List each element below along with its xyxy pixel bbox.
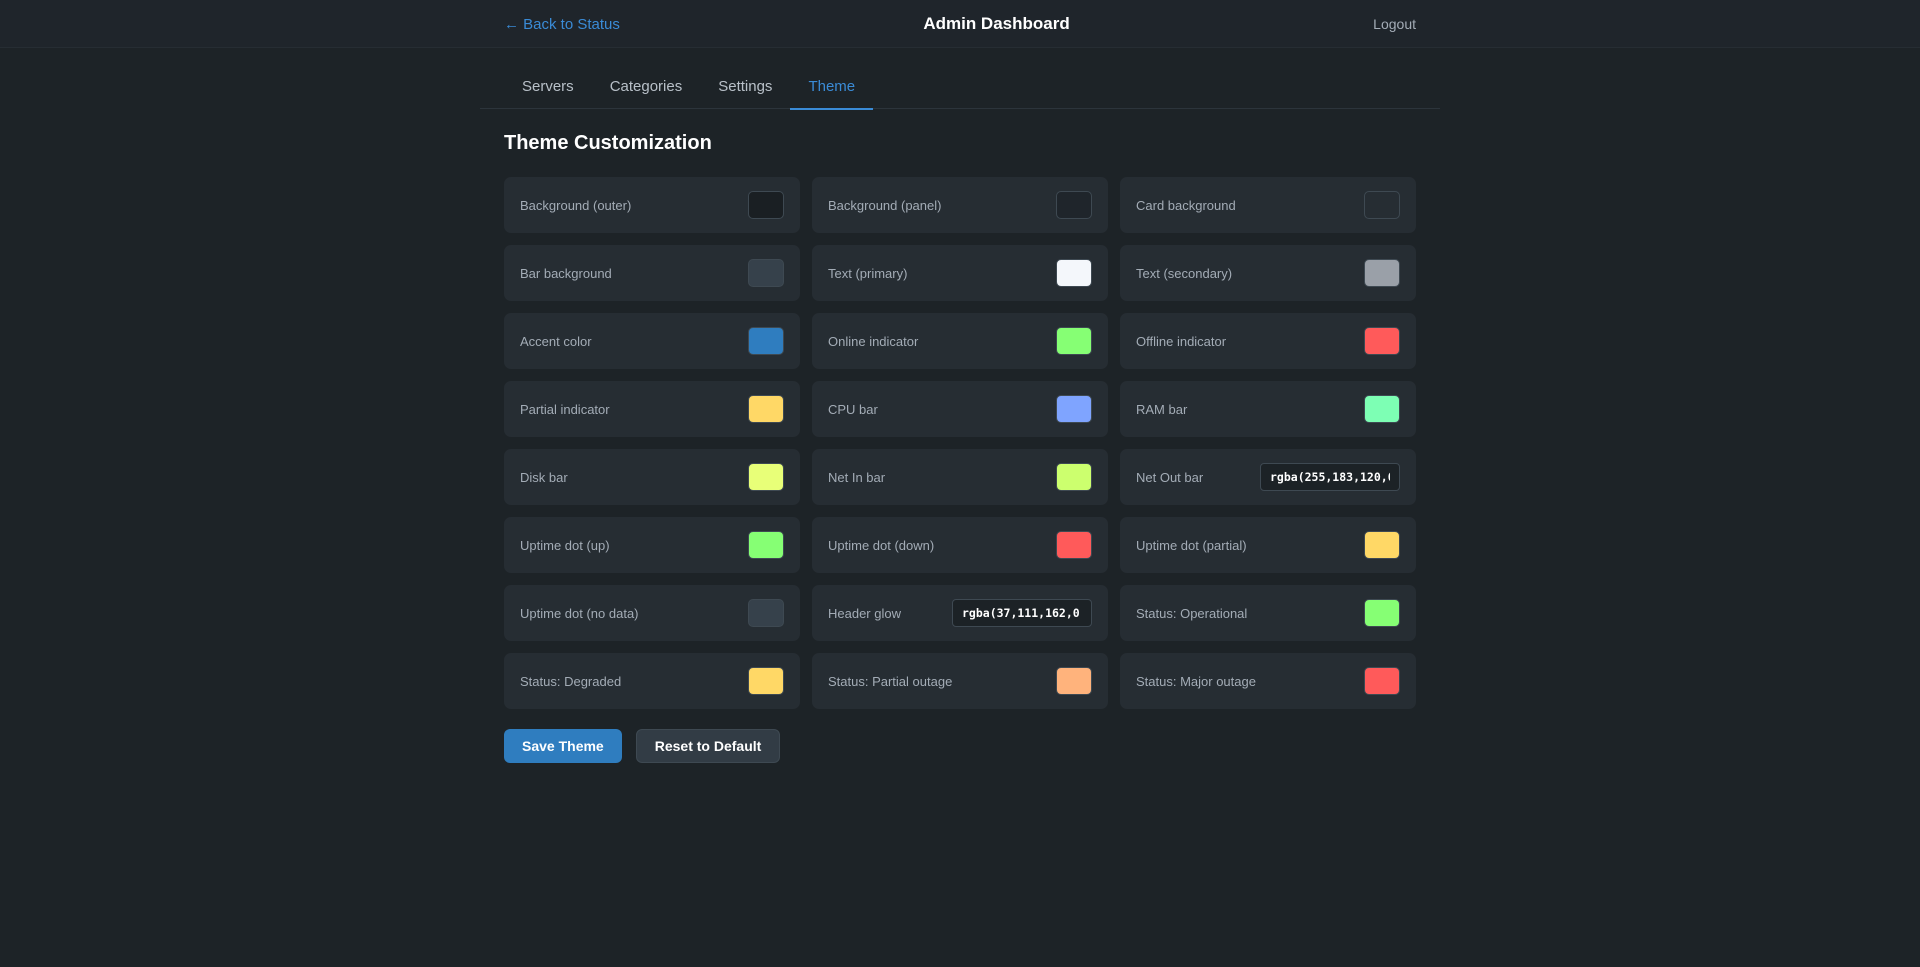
theme-field-card: Text (primary): [812, 245, 1108, 301]
theme-field-label: Text (primary): [828, 265, 908, 281]
color-swatch[interactable]: [748, 463, 784, 491]
theme-field-card: Net Out bar: [1120, 449, 1416, 505]
theme-field-card: Disk bar: [504, 449, 800, 505]
color-swatch[interactable]: [748, 327, 784, 355]
color-swatch[interactable]: [748, 667, 784, 695]
theme-field-label: Net In bar: [828, 469, 886, 485]
color-swatch[interactable]: [1364, 667, 1400, 695]
theme-field-card: Text (secondary): [1120, 245, 1416, 301]
theme-field-label: Uptime dot (up): [520, 537, 610, 553]
color-swatch[interactable]: [1056, 531, 1092, 559]
theme-field-label: Status: Operational: [1136, 605, 1248, 621]
theme-field-label: Net Out bar: [1136, 469, 1204, 485]
color-swatch[interactable]: [1056, 463, 1092, 491]
theme-field-label: Uptime dot (no data): [520, 605, 639, 621]
tab-theme[interactable]: Theme: [790, 70, 873, 110]
theme-field-label: Text (secondary): [1136, 265, 1233, 281]
theme-field-card: Status: Degraded: [504, 653, 800, 709]
theme-field-card: Offline indicator: [1120, 313, 1416, 369]
section-title: Theme Customization: [504, 132, 712, 154]
theme-field-card: Uptime dot (no data): [504, 585, 800, 641]
theme-value-input[interactable]: [952, 599, 1092, 627]
reset-to-default-button[interactable]: Reset to Default: [635, 729, 781, 763]
theme-field-label: Background (outer): [520, 197, 632, 213]
theme-field-label: Disk bar: [520, 469, 568, 485]
theme-field-label: Status: Partial outage: [828, 673, 953, 689]
logout-button[interactable]: Logout: [1373, 16, 1416, 32]
theme-field-label: CPU bar: [828, 401, 878, 417]
color-swatch[interactable]: [748, 395, 784, 423]
theme-field-card: Uptime dot (down): [812, 517, 1108, 573]
save-theme-button[interactable]: Save Theme: [504, 729, 622, 763]
theme-field-label: Partial indicator: [520, 401, 610, 417]
theme-field-label: Bar background: [520, 265, 612, 281]
page-title: Admin Dashboard: [923, 14, 1070, 33]
theme-field-label: Background (panel): [828, 197, 942, 213]
theme-field-card: CPU bar: [812, 381, 1108, 437]
color-swatch[interactable]: [1364, 395, 1400, 423]
color-swatch[interactable]: [748, 599, 784, 627]
theme-field-grid: Background (outer) Background (panel) Card…: [504, 177, 1416, 709]
color-swatch[interactable]: [748, 191, 784, 219]
color-swatch[interactable]: [1056, 395, 1092, 423]
top-bar-content: ← Back to Status Admin Dashboard Logout: [504, 0, 1416, 48]
theme-field-card: Status: Major outage: [1120, 653, 1416, 709]
color-swatch[interactable]: [1056, 191, 1092, 219]
theme-field-card: Partial indicator: [504, 381, 800, 437]
color-swatch[interactable]: [1364, 531, 1400, 559]
theme-field-card: Header glow: [812, 585, 1108, 641]
theme-field-card: RAM bar: [1120, 381, 1416, 437]
action-bar: Save Theme Reset to Default: [504, 729, 781, 763]
theme-field-card: Bar background: [504, 245, 800, 301]
theme-field-label: RAM bar: [1136, 401, 1188, 417]
theme-field-card: Background (panel): [812, 177, 1108, 233]
tab-servers[interactable]: Servers: [504, 70, 592, 109]
color-swatch[interactable]: [748, 531, 784, 559]
theme-field-card: Status: Operational: [1120, 585, 1416, 641]
back-to-status-link[interactable]: ← Back to Status: [504, 16, 620, 33]
color-swatch[interactable]: [1056, 327, 1092, 355]
theme-field-label: Accent color: [520, 333, 592, 349]
theme-field-label: Status: Degraded: [520, 673, 622, 689]
color-swatch[interactable]: [1364, 259, 1400, 287]
theme-field-label: Offline indicator: [1136, 333, 1227, 349]
top-bar: ← Back to Status Admin Dashboard Logout: [0, 0, 1920, 48]
tab-settings[interactable]: Settings: [700, 70, 790, 109]
color-swatch[interactable]: [748, 259, 784, 287]
theme-field-card: Online indicator: [812, 313, 1108, 369]
theme-field-label: Online indicator: [828, 333, 919, 349]
color-swatch[interactable]: [1056, 667, 1092, 695]
theme-field-card: Status: Partial outage: [812, 653, 1108, 709]
theme-field-card: Uptime dot (up): [504, 517, 800, 573]
theme-field-card: Background (outer): [504, 177, 800, 233]
theme-field-card: Card background: [1120, 177, 1416, 233]
theme-value-input[interactable]: [1260, 463, 1400, 491]
theme-field-label: Uptime dot (partial): [1136, 537, 1247, 553]
theme-field-card: Net In bar: [812, 449, 1108, 505]
theme-field-label: Header glow: [828, 605, 901, 621]
theme-field-label: Card background: [1136, 197, 1236, 213]
theme-field-card: Uptime dot (partial): [1120, 517, 1416, 573]
theme-field-label: Uptime dot (down): [828, 537, 935, 553]
color-swatch[interactable]: [1364, 191, 1400, 219]
tab-bar: Servers Categories Settings Theme: [480, 70, 1440, 110]
tab-categories[interactable]: Categories: [592, 70, 701, 109]
theme-field-label: Status: Major outage: [1136, 673, 1256, 689]
color-swatch[interactable]: [1364, 327, 1400, 355]
theme-field-card: Accent color: [504, 313, 800, 369]
color-swatch[interactable]: [1364, 599, 1400, 627]
color-swatch[interactable]: [1056, 259, 1092, 287]
